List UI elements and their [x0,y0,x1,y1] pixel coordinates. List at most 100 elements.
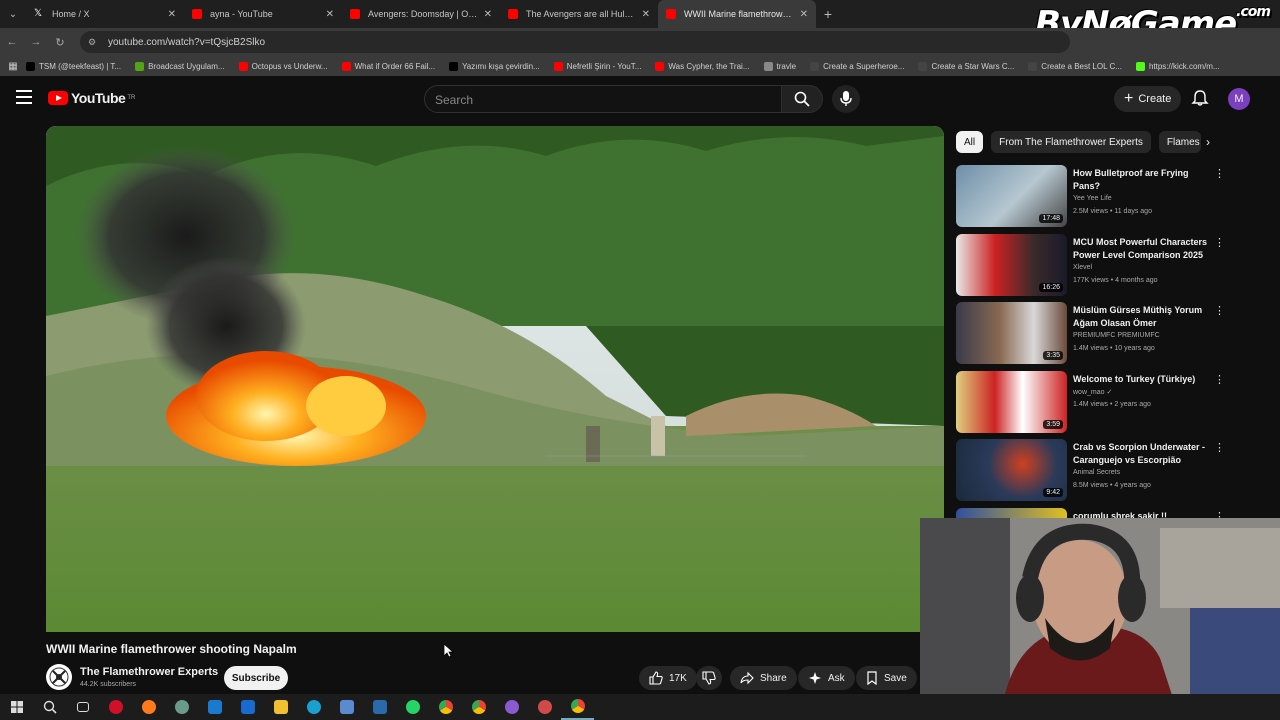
app-icon[interactable] [330,694,363,720]
chevron-right-icon[interactable]: › [1198,131,1218,153]
bookmark-item[interactable]: Create a Best LOL C... [1028,61,1122,71]
firefox-icon[interactable] [132,694,165,720]
site-info-icon[interactable]: ⚙ [88,37,100,48]
video-thumbnail[interactable]: 9:42 [956,439,1067,501]
more-options-icon[interactable]: ⋮ [1214,167,1225,180]
video-thumbnail[interactable]: 16:26 [956,234,1067,296]
file-explorer-icon[interactable] [264,694,297,720]
recommendation-meta: 8.5M views • 4 years ago [1073,482,1151,489]
tab-title: Home / X [52,9,90,19]
bookmark-label: What if Order 66 Fail... [354,61,436,71]
url-input[interactable]: ⚙ youtube.com/watch?v=tQsjcB2Slko [80,31,1070,53]
recommended-video[interactable]: 3:59 Welcome to Turkey (Türkiye) wow_mao… [956,371,1226,433]
tab-list-button[interactable]: ⌄ [0,9,26,20]
like-button[interactable]: 17K [639,666,697,690]
app-icon[interactable] [363,694,396,720]
voice-search-button[interactable] [832,85,860,113]
recommendation-meta: 2.5M views • 11 days ago [1073,208,1152,215]
tab-title: The Avengers are all Hulks? | M [526,9,636,19]
recommended-video[interactable]: 3:35 Müslüm Gürses Müthiş Yorum Ağam Ola… [956,302,1226,364]
search-input[interactable]: Search [424,85,782,113]
taskbar-search-icon[interactable] [33,694,66,720]
share-button[interactable]: Share [730,666,797,690]
browser-tab[interactable]: ayna - YouTube ✕ [184,0,342,28]
close-tab-icon[interactable]: ✕ [642,9,650,20]
close-tab-icon[interactable]: ✕ [168,9,176,20]
bookmark-item[interactable]: TSM (@teekfeast) | T... [26,61,121,71]
reload-icon[interactable]: ↻ [48,36,72,49]
create-label: Create [1138,93,1172,105]
notifications-bell-icon[interactable] [1191,89,1209,107]
recommended-video[interactable]: 16:26 MCU Most Powerful Characters Power… [956,234,1226,296]
recommendation-title: MCU Most Powerful Characters Power Level… [1073,237,1208,260]
chrome-icon[interactable] [429,694,462,720]
new-tab-button[interactable]: + [816,6,840,22]
more-options-icon[interactable]: ⋮ [1214,304,1225,317]
task-view-icon[interactable] [66,694,99,720]
account-avatar[interactable]: M [1228,88,1250,110]
browser-tab-active[interactable]: WWII Marine flamethrower sho ✕ [658,0,816,28]
mouse-cursor-icon [444,644,454,658]
chip-all[interactable]: All [956,131,984,153]
dislike-button[interactable] [696,666,722,690]
bookmark-item[interactable]: Create a Star Wars C... [918,61,1014,71]
app-icon[interactable] [528,694,561,720]
bookmark-item[interactable]: Nefretli Şirin - YouT... [553,61,641,71]
youtube-logo[interactable]: YouTube TR [48,90,135,106]
bookmark-item[interactable]: https://kick.com/m... [1135,61,1220,71]
opera-gx-icon[interactable] [99,694,132,720]
video-player[interactable] [46,126,944,632]
chrome-icon[interactable] [561,694,594,720]
chrome-icon[interactable] [462,694,495,720]
close-tab-icon[interactable]: ✕ [326,9,334,20]
bookmark-item[interactable]: What if Order 66 Fail... [341,61,436,71]
browser-tab[interactable]: Avengers: Doomsday | Only in ✕ [342,0,500,28]
recommendation-channel: PREMIUMFC PREMIUMFC [1073,332,1160,339]
channel-avatar[interactable] [46,664,72,690]
video-thumbnail[interactable]: 17:48 [956,165,1067,227]
bookmark-item[interactable]: travle [763,61,796,71]
video-thumbnail[interactable]: 3:35 [956,302,1067,364]
save-button[interactable]: Save [856,666,917,690]
back-icon[interactable]: ← [0,36,24,48]
outlook-icon[interactable] [231,694,264,720]
close-tab-icon[interactable]: ✕ [484,9,492,20]
more-options-icon[interactable]: ⋮ [1214,441,1225,454]
bookmark-item[interactable]: Yazımı kışa çevirdin... [449,61,540,71]
ask-button[interactable]: Ask [798,666,855,690]
bookmark-item[interactable]: Was Cypher, the Trai... [655,61,750,71]
bookmark-item[interactable]: Broadcast Uygulam... [135,61,225,71]
ask-label: Ask [828,672,845,684]
duration-badge: 3:59 [1043,420,1063,429]
browser-tab[interactable]: The Avengers are all Hulks? | M ✕ [500,0,658,28]
hamburger-menu-icon[interactable] [16,90,32,104]
app-icon[interactable] [165,694,198,720]
channel-name[interactable]: The Flamethrower Experts [80,666,218,678]
forward-icon[interactable]: → [24,36,48,48]
video-thumbnail[interactable]: 3:59 [956,371,1067,433]
bookmark-item[interactable]: Octopus vs Underw... [238,61,328,71]
streamer-webcam [920,518,1280,720]
duration-badge: 17:48 [1039,214,1063,223]
bookmark-item[interactable]: Create a Superheroe... [810,61,904,71]
close-tab-icon[interactable]: ✕ [800,9,808,20]
bookmarks-bar: ▦ TSM (@teekfeast) | T... Broadcast Uygul… [0,56,1280,76]
app-icon[interactable] [495,694,528,720]
filter-chips: All From The Flamethrower Experts Flames [956,131,1209,153]
windows-start-icon[interactable] [0,694,33,720]
search-button[interactable] [781,85,823,113]
chip-flames[interactable]: Flames [1158,131,1201,153]
create-button[interactable]: + Create [1114,86,1182,112]
browser-tab[interactable]: 𝕏 Home / X ✕ [26,0,184,28]
chip-from-channel[interactable]: From The Flamethrower Experts [991,131,1151,153]
more-options-icon[interactable]: ⋮ [1214,373,1225,386]
recommended-video[interactable]: 17:48 How Bulletproof are Frying Pans? Y… [956,165,1226,227]
subscribe-button[interactable]: Subscribe [224,666,288,690]
apps-grid-icon[interactable]: ▦ [0,61,26,72]
more-options-icon[interactable]: ⋮ [1214,236,1225,249]
whatsapp-icon[interactable] [396,694,429,720]
store-icon[interactable] [198,694,231,720]
youtube-icon [508,9,518,19]
recommended-video[interactable]: 9:42 Crab vs Scorpion Underwater - Caran… [956,439,1226,501]
edge-icon[interactable] [297,694,330,720]
